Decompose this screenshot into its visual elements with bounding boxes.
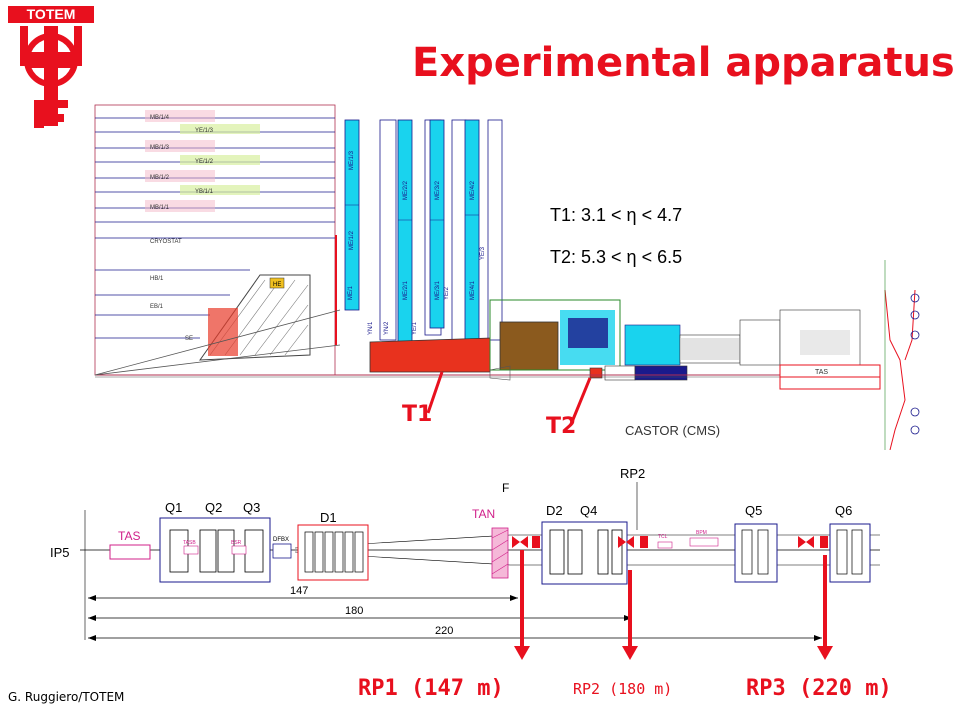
q4-label: Q4 — [580, 503, 597, 518]
label-ye1: YE/1 — [412, 321, 418, 335]
q2-label: Q2 — [205, 500, 222, 515]
label-ye3: YE/3 — [480, 246, 486, 260]
page-title: Experimental apparatus — [412, 40, 955, 86]
ip5-label: IP5 — [50, 545, 70, 560]
label-me42: ME/4/2 — [470, 180, 476, 200]
logo-text: TOTEM — [27, 6, 76, 22]
label-ye2: YE/2 — [444, 286, 450, 300]
label-me13: ME/1/3 — [349, 150, 355, 170]
q1-label: Q1 — [165, 500, 182, 515]
rp1-label: RP1 (147 m) — [358, 676, 504, 701]
dfbx-label: DFBX — [273, 537, 289, 543]
fragment-label: F — [502, 481, 509, 495]
q3-label: Q3 — [243, 500, 260, 515]
label-he: HE — [273, 282, 281, 288]
d2-label: D2 — [546, 503, 563, 518]
label-me22: ME/2/2 — [403, 180, 409, 200]
d1-label: D1 — [320, 510, 337, 525]
rp2-label: RP2 (180 m) — [573, 680, 673, 698]
label-ye12: YE/1/2 — [195, 159, 214, 165]
label-hb1: HB/1 — [150, 276, 164, 282]
beamline-schematic: IP5 TAS TASB BSR Q1 Q2 Q3 DFBX D1 F TAN … — [50, 466, 880, 660]
t2-label: T2 — [546, 414, 577, 439]
credit-text: G. Ruggiero/TOTEM — [8, 690, 125, 704]
label-me41: ME/4/1 — [470, 280, 476, 300]
label-yb11: YB/1/1 — [195, 189, 214, 195]
eta-symbol: η — [626, 205, 637, 225]
label-ye13: YE/1/3 — [195, 128, 214, 134]
eta-symbol: η — [626, 247, 637, 267]
castor-label: CASTOR (CMS) — [625, 423, 721, 438]
dist-147: 147 — [290, 585, 308, 597]
dist-180: 180 — [345, 605, 363, 617]
dist-220: 220 — [435, 625, 453, 637]
label-cryostat: CRYOSTAT — [150, 239, 182, 245]
label-me32: ME/3/2 — [435, 180, 441, 200]
label-me31: ME/3/1 — [435, 280, 441, 300]
label-yn2: YN/2 — [384, 321, 390, 335]
q5-label: Q5 — [745, 503, 762, 518]
tasb-label: BSR — [231, 540, 242, 546]
t1-label: T1 — [402, 402, 433, 427]
label-eb1: EB/1 — [150, 304, 164, 310]
t1-range-prefix: T1: 3.1 < — [550, 205, 627, 225]
label-me1: ME/1 — [348, 285, 354, 300]
label-tas-top: TAS — [815, 369, 828, 376]
t1-range: T1: 3.1 < η < 4.7 — [550, 205, 682, 226]
label-yn1: YN/1 — [368, 321, 374, 335]
tasa-label: TASB — [183, 540, 196, 546]
tan-label: TAN — [472, 507, 495, 521]
label-mb14: MB/1/4 — [150, 115, 170, 121]
label-mb13: MB/1/3 — [150, 145, 170, 151]
t2-range-suffix: < 6.5 — [636, 247, 683, 267]
label-me12: ME/1/2 — [349, 230, 355, 250]
tcl-label: BPM — [696, 530, 707, 536]
label-mb11: MB/1/1 — [150, 205, 170, 211]
q6-label: Q6 — [835, 503, 852, 518]
t2-range: T2: 5.3 < η < 6.5 — [550, 247, 682, 268]
rp2-top-label: RP2 — [620, 466, 645, 481]
t1-range-suffix: < 4.7 — [636, 205, 683, 225]
detector-schematic: MB/1/4 YE/1/3 MB/1/3 YE/1/2 MB/1/2 YB/1/… — [94, 104, 920, 450]
totem-logo: TOTEM — [6, 4, 96, 132]
label-se: SE — [185, 336, 193, 342]
tas-label: TAS — [118, 529, 140, 543]
label-me21: ME/2/1 — [403, 280, 409, 300]
rp3-label: RP3 (220 m) — [746, 676, 892, 701]
t2-range-prefix: T2: 5.3 < — [550, 247, 627, 267]
label-mb12: MB/1/2 — [150, 175, 170, 181]
bsr-label: TCL — [658, 534, 668, 540]
